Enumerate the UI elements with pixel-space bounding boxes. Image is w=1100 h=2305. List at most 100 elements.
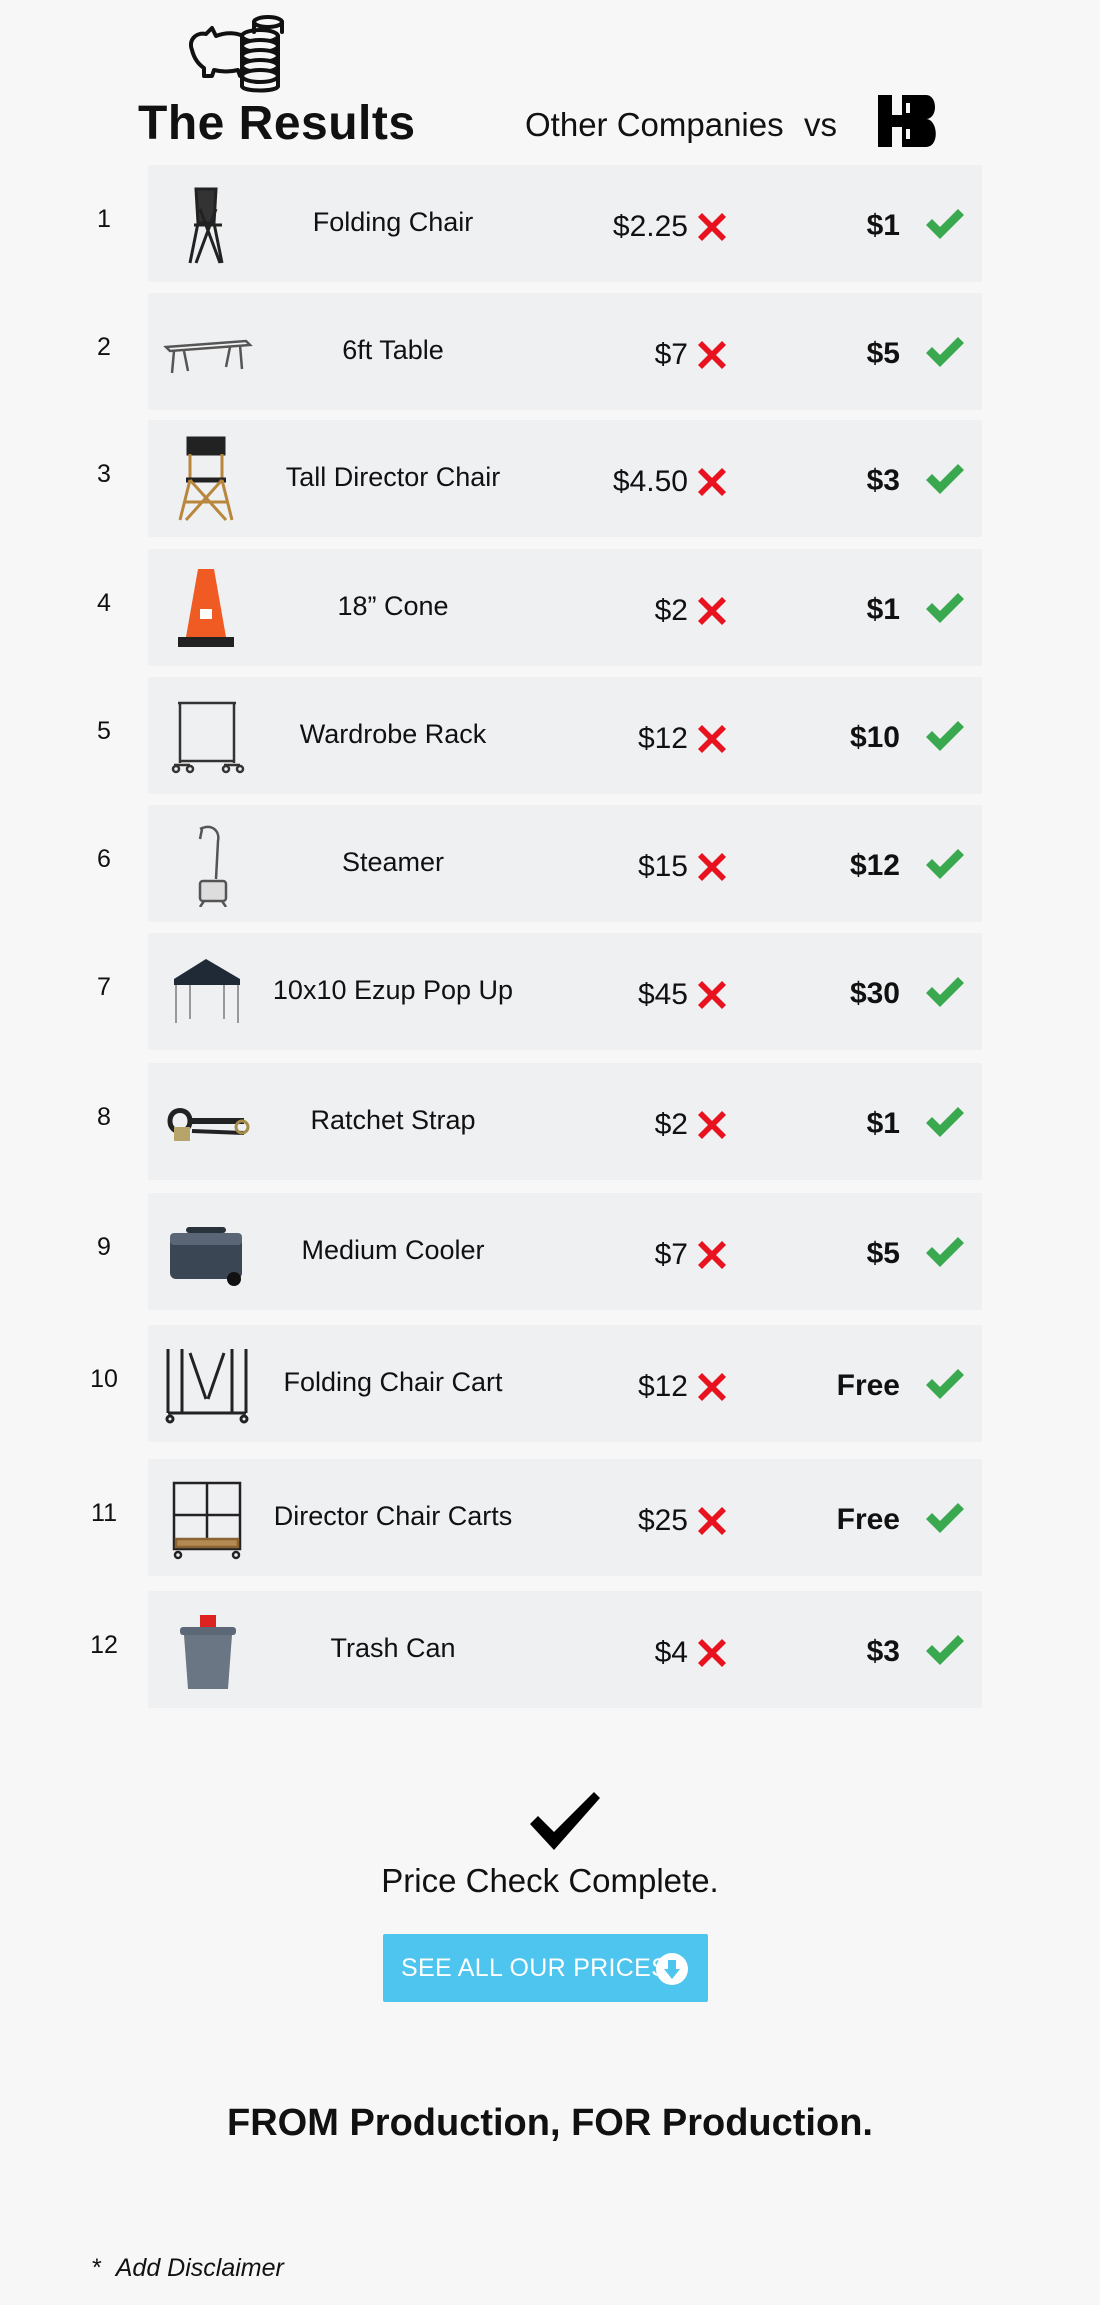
table-row: 8 Ratchet Strap $2 $1 [0, 1063, 1100, 1180]
ratchet-strap-icon [167, 1108, 250, 1141]
our-price: $12 [849, 849, 900, 882]
competitor-price: $25 [637, 1504, 688, 1537]
disclaimer-asterisk: * [92, 2254, 102, 2282]
x-mark-icon [698, 1507, 726, 1535]
item-name: Director Chair Carts [273, 1501, 513, 1531]
folding-chair-icon [188, 187, 224, 264]
check-mark-icon [924, 1501, 964, 1533]
canopy-tent-icon [174, 959, 240, 1023]
x-mark-icon [698, 725, 726, 753]
competitor-price: $45 [637, 978, 688, 1011]
check-mark-icon [924, 207, 964, 239]
brand-logo [878, 95, 936, 147]
results-header: The Results Other Companies vs [0, 0, 1100, 160]
x-mark-icon [698, 981, 726, 1009]
tagline: FROM Production, FOR Production. [227, 2102, 873, 2144]
item-name: Medium Cooler [301, 1235, 485, 1265]
check-mark-icon [924, 1367, 964, 1399]
check-mark-icon [924, 847, 964, 879]
competitor-price: $2 [654, 594, 688, 627]
check-mark-icon [924, 975, 964, 1007]
check-mark-icon [924, 1633, 964, 1665]
x-mark-icon [698, 1111, 726, 1139]
wardrobe-rack-icon [171, 701, 245, 774]
table-row: 3 Tall Director Chair $4.50 $3 [0, 420, 1100, 537]
x-mark-icon [698, 1639, 726, 1667]
item-name: Folding Chair [312, 207, 474, 237]
cooler-icon [170, 1227, 242, 1286]
item-name: 18” Cone [337, 591, 449, 621]
director-chair-icon [178, 436, 234, 522]
table-row: 5 Wardrobe Rack $12 $10 [0, 677, 1100, 794]
our-price: $3 [866, 464, 900, 497]
table-row: 4 18” Cone $2 $1 [0, 549, 1100, 666]
competitor-price: $15 [637, 850, 688, 883]
row-number: 4 [97, 589, 111, 617]
table-icon [163, 339, 253, 374]
competitor-price: $2 [654, 1108, 688, 1141]
director-cart-icon [172, 1481, 242, 1560]
x-mark-icon [698, 1373, 726, 1401]
table-row: 1 Folding Chair $2.25 $1 [0, 165, 1100, 282]
trash-can-icon [180, 1615, 236, 1689]
item-name: Wardrobe Rack [299, 719, 487, 749]
competitor-price: $12 [637, 1370, 688, 1403]
row-number: 10 [90, 1365, 118, 1393]
competitor-price: $12 [637, 722, 688, 755]
check-mark-icon [924, 719, 964, 751]
competitor-price: $7 [654, 338, 688, 371]
our-price: $5 [866, 337, 900, 370]
item-name: Trash Can [330, 1633, 456, 1663]
table-row: 9 Medium Cooler $7 $5 [0, 1193, 1100, 1310]
x-mark-icon [698, 597, 726, 625]
check-mark-icon [924, 462, 964, 494]
chair-cart-icon [165, 1349, 249, 1424]
row-number: 12 [90, 1631, 118, 1659]
competitor-label: Other Companies [525, 106, 784, 143]
competitor-price: $4 [654, 1636, 688, 1669]
see-all-prices-label: SEE ALL OUR PRICES [401, 1954, 669, 1982]
item-name: Ratchet Strap [310, 1105, 476, 1135]
table-row: 12 Trash Can $4 $3 [0, 1591, 1100, 1708]
vs-label: vs [804, 106, 837, 143]
x-mark-icon [698, 341, 726, 369]
x-mark-icon [698, 1241, 726, 1269]
disclaimer: * Add Disclaimer [92, 2254, 284, 2283]
check-mark-icon [924, 1235, 964, 1267]
competitor-price: $4.50 [612, 465, 688, 498]
item-name: 6ft Table [342, 335, 444, 365]
x-mark-icon [698, 853, 726, 881]
check-mark-icon [924, 591, 964, 623]
row-number: 9 [97, 1233, 111, 1261]
our-price: Free [836, 1503, 900, 1536]
row-number: 11 [91, 1499, 117, 1527]
item-name: 10x10 Ezup Pop Up [272, 975, 514, 1005]
price-check-complete: Price Check Complete. [381, 1862, 719, 1899]
check-mark-icon [924, 1105, 964, 1137]
table-row: 10 Folding Chair Cart $12 Free [0, 1325, 1100, 1442]
checkmark-icon [530, 1792, 600, 1850]
competitor-price: $2.25 [612, 210, 688, 243]
x-mark-icon [698, 468, 726, 496]
our-price: $1 [866, 209, 900, 242]
row-number: 7 [97, 973, 111, 1001]
see-all-prices-button[interactable]: SEE ALL OUR PRICES [383, 1934, 708, 2002]
item-name: Tall Director Chair [285, 462, 501, 492]
row-number: 1 [97, 205, 111, 233]
check-mark-icon [924, 335, 964, 367]
disclaimer-text: Add Disclaimer [115, 2254, 284, 2282]
piggy-bank-coins-icon [189, 15, 284, 93]
row-number: 8 [97, 1103, 111, 1131]
item-name: Steamer [341, 847, 445, 877]
page-title: The Results [138, 97, 416, 150]
row-number: 5 [97, 717, 111, 745]
item-name: Folding Chair Cart [283, 1367, 503, 1397]
our-price: $10 [849, 721, 900, 754]
table-row: 2 6ft Table $7 $5 [0, 293, 1100, 410]
our-price: $1 [866, 593, 900, 626]
table-row: 7 10x10 Ezup Pop Up $45 $30 [0, 933, 1100, 1050]
row-number: 3 [97, 460, 111, 488]
row-number: 6 [97, 845, 111, 873]
table-row: 6 Steamer $15 $12 [0, 805, 1100, 922]
x-mark-icon [698, 213, 726, 241]
